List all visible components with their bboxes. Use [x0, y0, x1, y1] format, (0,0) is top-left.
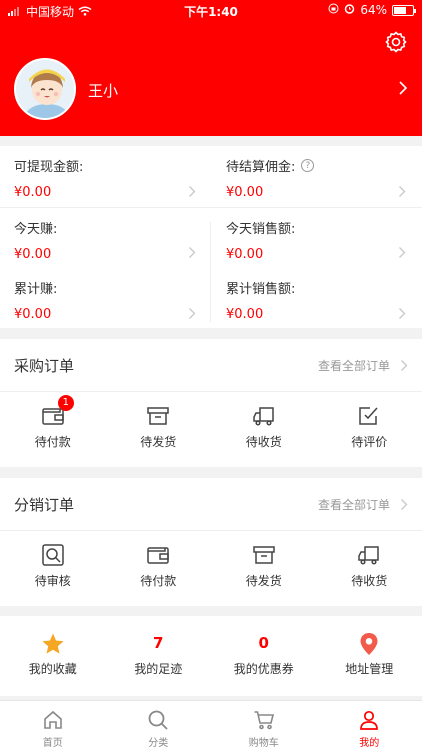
chevron-right-icon[interactable]	[398, 183, 406, 202]
tab-category[interactable]: 分类	[106, 701, 212, 750]
order-item-label: 待收货	[245, 435, 282, 449]
avatar[interactable]	[14, 58, 76, 120]
favorites-link[interactable]: 我的收藏	[0, 616, 106, 696]
order-item-label: 待付款	[34, 435, 71, 449]
tab-cart[interactable]: 购物车	[211, 701, 317, 750]
profile-header: 中国移动 下午1:40 64% 王小	[0, 0, 422, 136]
footprints-link[interactable]: 7 我的足迹	[106, 616, 212, 696]
coupons-link[interactable]: 0 我的优惠券	[211, 616, 317, 696]
distribution-orders-title: 分销订单	[14, 496, 75, 514]
today-earn-label: 今天赚:	[14, 222, 58, 237]
pending-value: ¥0.00	[226, 185, 264, 200]
withdrawable-cell[interactable]: 可提现金额: ¥0.00	[14, 156, 214, 200]
withdrawable-value: ¥0.00	[14, 185, 52, 200]
coupons-count: 0	[258, 634, 269, 652]
purchase-orders-card: 采购订单 查看全部订单 1 待付款 待发货 待收货 待评价	[0, 339, 422, 467]
user-icon	[317, 708, 422, 732]
order-item-label: 待审核	[34, 574, 71, 588]
distribution-orders-card: 分销订单 查看全部订单 待审核 待付款 待发货 待收货	[0, 478, 422, 606]
home-icon	[0, 708, 106, 732]
alarm-icon	[344, 3, 355, 17]
withdrawable-label: 可提现金额:	[14, 160, 84, 175]
total-earn-value: ¥0.00	[14, 307, 52, 322]
bottom-tab-bar: 首页 分类 购物车 我的	[0, 700, 422, 750]
today-earn-value: ¥0.00	[14, 247, 52, 262]
location-pin-icon	[317, 632, 422, 656]
chevron-right-icon[interactable]	[188, 183, 196, 202]
tab-mine[interactable]: 我的	[317, 701, 422, 750]
battery-icon	[392, 4, 416, 16]
truck-icon	[356, 542, 382, 568]
coupons-label: 我的优惠券	[233, 662, 294, 676]
wallet-icon: 1	[40, 395, 74, 429]
chevron-right-icon[interactable]	[188, 305, 196, 324]
quick-links-row: 我的收藏 7 我的足迹 0 我的优惠券 地址管理	[0, 616, 422, 696]
total-sales-value: ¥0.00	[226, 307, 264, 322]
profile-arrow-icon[interactable]	[398, 80, 408, 100]
chevron-right-icon[interactable]	[400, 496, 408, 515]
today-sales-value: ¥0.00	[226, 247, 264, 262]
purchase-pending-receipt[interactable]: 待收货	[211, 395, 317, 450]
pending-payment-badge: 1	[57, 395, 74, 411]
tab-cart-label: 购物车	[248, 738, 279, 749]
address-link[interactable]: 地址管理	[317, 616, 422, 696]
chevron-right-icon[interactable]	[398, 305, 406, 324]
footprints-count: 7	[153, 634, 164, 652]
pending-commission-cell[interactable]: 待结算佣金:? ¥0.00	[226, 156, 422, 200]
tab-category-label: 分类	[148, 738, 169, 749]
tab-mine-label: 我的	[359, 738, 380, 749]
search-icon	[106, 708, 212, 732]
order-item-label: 待评价	[351, 435, 388, 449]
box-icon	[145, 403, 171, 429]
star-icon	[0, 632, 106, 656]
purchase-view-all-link[interactable]: 查看全部订单	[318, 357, 390, 374]
total-earn-label: 累计赚:	[14, 282, 58, 297]
purchase-pending-shipment[interactable]: 待发货	[106, 395, 212, 450]
balance-card: 可提现金额: ¥0.00 待结算佣金:? ¥0.00 今天赚: ¥0.00 今天…	[0, 146, 422, 328]
distribution-pending-shipment[interactable]: 待发货	[211, 534, 317, 589]
status-bar: 中国移动 下午1:40 64%	[0, 0, 422, 22]
review-icon	[356, 403, 382, 429]
footprints-label: 我的足迹	[134, 662, 183, 676]
audit-icon	[40, 542, 66, 568]
purchase-pending-review[interactable]: 待评价	[317, 395, 422, 450]
battery-percent: 64%	[360, 3, 387, 17]
favorites-label: 我的收藏	[28, 662, 77, 676]
wallet-icon	[145, 542, 171, 568]
help-icon[interactable]: ?	[301, 159, 315, 172]
distribution-view-all-link[interactable]: 查看全部订单	[318, 496, 390, 513]
truck-icon	[251, 403, 277, 429]
today-sales-cell[interactable]: 今天销售额: ¥0.00	[226, 218, 422, 262]
distribution-pending-receipt[interactable]: 待收货	[317, 534, 422, 589]
settings-gear-icon[interactable]	[384, 30, 408, 54]
cart-icon	[211, 708, 317, 732]
today-sales-label: 今天销售额:	[226, 222, 296, 237]
purchase-orders-title: 采购订单	[14, 357, 75, 375]
tab-home[interactable]: 首页	[0, 701, 106, 750]
distribution-pending-payment[interactable]: 待付款	[106, 534, 212, 589]
rotation-lock-icon	[328, 3, 339, 17]
distribution-pending-audit[interactable]: 待审核	[0, 534, 106, 589]
address-label: 地址管理	[345, 662, 394, 676]
total-sales-cell[interactable]: 累计销售额: ¥0.00	[226, 278, 422, 322]
order-item-label: 待付款	[140, 574, 177, 588]
box-icon	[251, 542, 277, 568]
total-sales-label: 累计销售额:	[226, 282, 296, 297]
chevron-right-icon[interactable]	[398, 244, 406, 263]
purchase-pending-payment[interactable]: 1 待付款	[0, 395, 106, 450]
chevron-right-icon[interactable]	[188, 244, 196, 263]
chevron-right-icon[interactable]	[400, 357, 408, 376]
tab-home-label: 首页	[42, 738, 63, 749]
order-item-label: 待收货	[351, 574, 388, 588]
username[interactable]: 王小	[88, 80, 118, 101]
order-item-label: 待发货	[140, 435, 177, 449]
order-item-label: 待发货	[245, 574, 282, 588]
pending-label: 待结算佣金:	[226, 160, 296, 175]
today-earn-cell[interactable]: 今天赚: ¥0.00	[14, 218, 214, 262]
total-earn-cell[interactable]: 累计赚: ¥0.00	[14, 278, 214, 322]
